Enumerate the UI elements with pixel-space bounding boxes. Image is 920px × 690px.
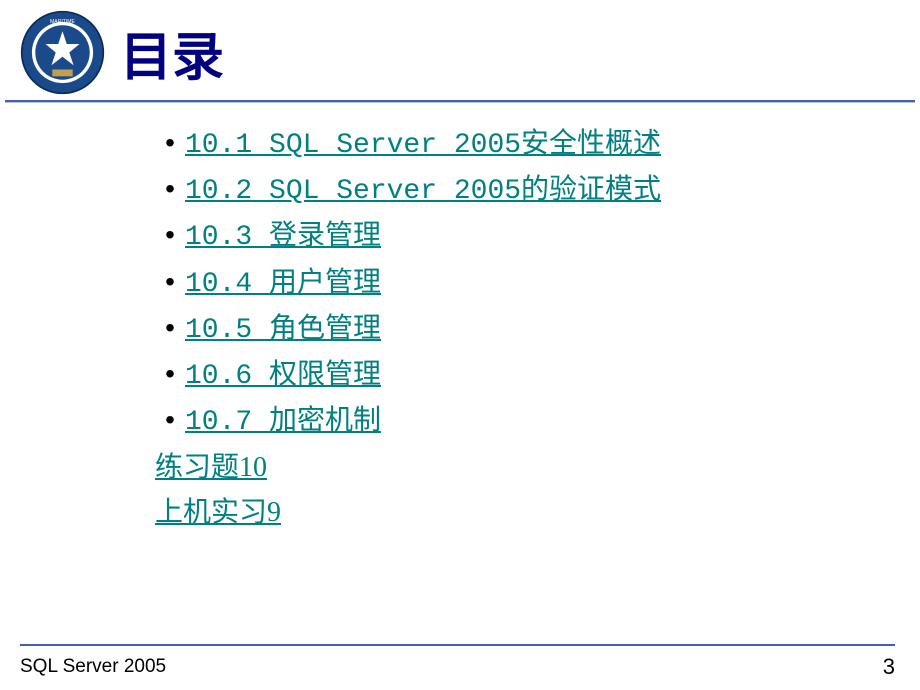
bullet-icon: • bbox=[155, 308, 185, 354]
footer-divider bbox=[20, 644, 895, 646]
toc-item: •10.2 SQL Server 2005的验证模式 bbox=[155, 169, 920, 215]
toc-extra-item: 练习题10 bbox=[155, 446, 920, 491]
toc-item: •10.7 加密机制 bbox=[155, 400, 920, 446]
toc-extra-item: 上机实习9 bbox=[155, 491, 920, 536]
slide-header: MARITIME 目录 bbox=[0, 0, 920, 100]
footer-text: SQL Server 2005 bbox=[20, 656, 166, 678]
toc-link-1[interactable]: 10.1 SQL Server 2005安全性概述 bbox=[185, 130, 661, 161]
toc-link-exercises[interactable]: 练习题10 bbox=[155, 452, 267, 483]
page-title: 目录 bbox=[120, 15, 224, 90]
university-logo: MARITIME bbox=[20, 10, 105, 95]
bullet-icon: • bbox=[155, 215, 185, 261]
toc-link-4[interactable]: 10.4 用户管理 bbox=[185, 269, 381, 300]
toc-item: •10.3 登录管理 bbox=[155, 215, 920, 261]
toc-item: •10.4 用户管理 bbox=[155, 262, 920, 308]
page-number: 3 bbox=[883, 654, 895, 680]
toc-link-7[interactable]: 10.7 加密机制 bbox=[185, 407, 381, 438]
toc-link-6[interactable]: 10.6 权限管理 bbox=[185, 361, 381, 392]
bullet-icon: • bbox=[155, 354, 185, 400]
toc-content: •10.1 SQL Server 2005安全性概述 •10.2 SQL Ser… bbox=[0, 103, 920, 536]
bullet-icon: • bbox=[155, 123, 185, 169]
bullet-icon: • bbox=[155, 169, 185, 215]
svg-text:MARITIME: MARITIME bbox=[50, 19, 76, 25]
toc-item: •10.5 角色管理 bbox=[155, 308, 920, 354]
slide-footer: SQL Server 2005 3 bbox=[0, 644, 920, 690]
toc-link-3[interactable]: 10.3 登录管理 bbox=[185, 222, 381, 253]
toc-link-lab[interactable]: 上机实习9 bbox=[155, 497, 281, 528]
toc-link-2[interactable]: 10.2 SQL Server 2005的验证模式 bbox=[185, 176, 661, 207]
toc-item: •10.1 SQL Server 2005安全性概述 bbox=[155, 123, 920, 169]
bullet-icon: • bbox=[155, 262, 185, 308]
toc-link-5[interactable]: 10.5 角色管理 bbox=[185, 315, 381, 346]
bullet-icon: • bbox=[155, 400, 185, 446]
toc-item: •10.6 权限管理 bbox=[155, 354, 920, 400]
footer-row: SQL Server 2005 3 bbox=[20, 654, 895, 680]
